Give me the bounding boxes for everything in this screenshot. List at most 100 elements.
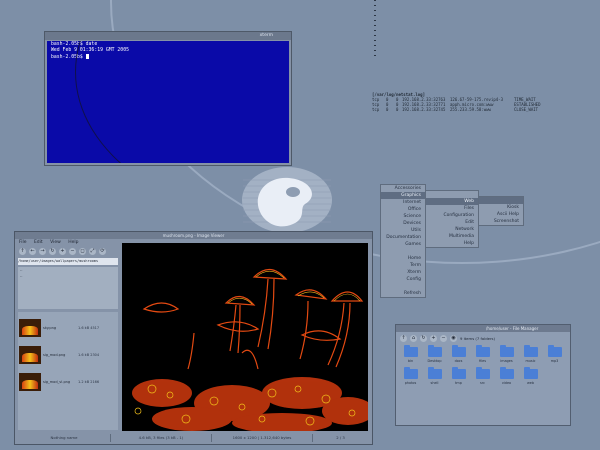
fullscreen-icon[interactable]: ⤢ [89,247,96,255]
back-icon[interactable]: ← [29,247,36,255]
mushroom-image[interactable] [122,243,368,431]
file-list[interactable]: sky.png 1.6 kB 4517 sig_mod.png 1.6 kB 2… [18,312,118,430]
menu-item[interactable]: Network [426,226,478,233]
refresh-icon[interactable]: ↻ [420,334,427,342]
menu-item[interactable]: Games [381,241,425,248]
folder-icon [403,367,418,379]
folder-item[interactable]: shell [424,367,445,385]
folder-item[interactable]: Desktop [424,345,445,363]
fm-toolbar: ↑ ⌂ ↻ + − ◉ 9 items (7 folders) [396,332,570,344]
folder-icon [451,345,466,357]
folder-item[interactable]: music [520,345,541,363]
directory-list[interactable]: .. .. [18,267,118,309]
folder-item[interactable]: files [472,345,493,363]
folder-grid: bin Desktop docs files images music mp3 … [400,345,566,385]
folder-icon [547,345,562,357]
refresh-icon[interactable]: ↻ [49,247,56,255]
menu-item[interactable]: Utils [381,227,425,234]
menu-item[interactable]: Internet [381,199,425,206]
thumbnail [19,346,41,364]
menu-item[interactable]: Graphics [381,192,425,199]
fm-titlebar[interactable]: /home/user - File Manager [396,325,570,332]
menu-item[interactable]: Screenshot [479,218,523,225]
folder-item[interactable]: mp3 [544,345,565,363]
folder-item[interactable]: web [520,367,541,385]
viewer-statusbar: Nothing name 4.6 kB, 3 files (3 kB - 1) … [18,434,369,442]
folder-item[interactable]: images [496,345,517,363]
menu-item[interactable]: Office [381,206,425,213]
menu-item[interactable]: Config [381,276,425,283]
folder-item[interactable]: docs [448,345,469,363]
netstat-row: tcp 0 0 192.168.2.33:32745 255.233.59.58:www… [372,107,539,112]
fit-icon[interactable]: ◻ [79,247,86,255]
image-viewer-window[interactable]: mushroom.png - Image Viewer File Edit Vi… [14,231,373,445]
menu-item[interactable]: Home [381,255,425,262]
file-manager-window[interactable]: /home/user - File Manager ↑ ⌂ ↻ + − ◉ 9 … [395,324,571,426]
menu-item[interactable]: Term [381,262,425,269]
menu-item[interactable]: Devices [381,220,425,227]
terminal-body[interactable]: bash-2.05b$ date Wed Feb 9 01:36:19 GMT … [47,41,289,163]
directory-item[interactable]: .. [20,273,118,279]
up-icon[interactable]: ↑ [400,334,407,342]
folder-icon [427,367,442,379]
zoom-in-icon[interactable]: + [430,334,437,342]
menu-help[interactable]: Help [68,240,78,245]
submenu-nested[interactable]: Kiosk Ascii Help Screenshot [478,196,524,226]
folder-icon [523,367,538,379]
menu-item[interactable] [479,197,523,204]
thumbnail [19,319,41,337]
menu-view[interactable]: View [50,240,61,245]
folder-icon [499,345,514,357]
menu-item[interactable] [381,283,425,290]
menu-item[interactable]: Help [426,240,478,247]
menu-item[interactable]: Ascii Help [479,211,523,218]
menu-item[interactable]: Accessories [381,185,425,192]
folder-icon [475,345,490,357]
netstat-log: [/var/log/netstat.log] tcp 0 0 192.168.2.33… [372,92,597,112]
rotate-icon[interactable]: ⟳ [99,247,106,255]
menu-file[interactable]: File [19,240,27,245]
forward-icon[interactable]: → [39,247,46,255]
folder-item[interactable]: photos [400,367,421,385]
terminal-titlebar[interactable]: xterm [45,32,291,40]
view-icon[interactable]: ◉ [450,334,457,342]
folder-item[interactable]: video [496,367,517,385]
folder-icon [499,367,514,379]
menu-item[interactable]: Kiosk [479,204,523,211]
menu-item[interactable]: Edit [426,219,478,226]
menu-item[interactable]: Multimedia [426,233,478,240]
menu-item[interactable]: Documentation [381,234,425,241]
file-item[interactable]: sig_mod_vl.png 1.2 kB 2166 [19,372,117,392]
menu-item[interactable]: Xterm [381,269,425,276]
app-menu[interactable]: Accessories Graphics Internet Office Sci… [380,184,426,298]
terminal-decor-arc [75,41,289,163]
menu-item[interactable]: Configuration [426,212,478,219]
menu-item[interactable]: Science [381,213,425,220]
menu-item[interactable] [426,191,478,198]
menu-item[interactable]: Refresh [381,290,425,297]
fm-info: 9 items (7 folders) [460,335,495,341]
up-icon[interactable]: ↑ [19,247,26,255]
zoom-in-icon[interactable]: + [59,247,66,255]
folder-item[interactable]: bin [400,345,421,363]
home-icon[interactable]: ⌂ [410,334,417,342]
submenu[interactable]: Web Files Configuration Edit Network Mul… [425,190,479,248]
folder-icon [523,345,538,357]
folder-icon [403,345,418,357]
path-input[interactable]: /home/user/images/wallpapers/mushrooms [18,258,118,265]
menu-edit[interactable]: Edit [34,240,43,245]
viewer-titlebar[interactable]: mushroom.png - Image Viewer [15,232,372,239]
zoom-out-icon[interactable]: − [440,334,447,342]
menu-item[interactable]: Files [426,205,478,212]
gentoo-logo-icon [242,167,332,233]
terminal-window[interactable]: xterm bash-2.05b$ date Wed Feb 9 01:36:1… [44,31,292,166]
menu-item[interactable]: Web [426,198,478,205]
folder-item[interactable]: tmp [448,367,469,385]
menu-item[interactable] [381,248,425,255]
folder-item[interactable]: src [472,367,493,385]
desktop-dotted-line [374,0,376,60]
folder-icon [475,367,490,379]
file-item[interactable]: sig_mod.png 1.6 kB 2304 [19,345,117,365]
zoom-out-icon[interactable]: − [69,247,76,255]
file-item[interactable]: sky.png 1.6 kB 4517 [19,318,117,338]
